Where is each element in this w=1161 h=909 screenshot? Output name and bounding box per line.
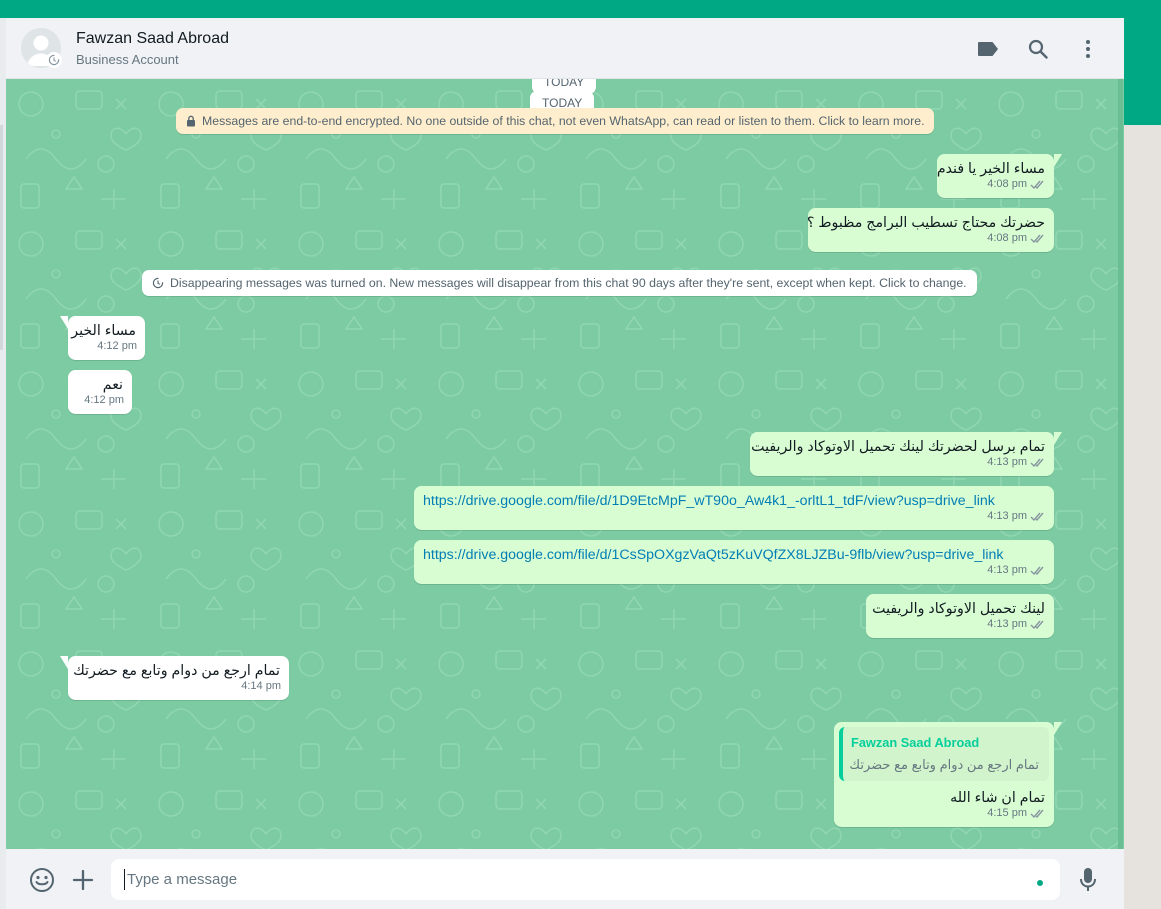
bubble-tail	[1054, 722, 1062, 735]
message-time: 4:12 pm	[84, 394, 124, 406]
message-bubble-outgoing[interactable]: لينك تحميل الاوتوكاد والريفيت 4:13 pm	[866, 594, 1054, 638]
message-bubble-outgoing-reply[interactable]: Fawzan Saad Abroad تمام ارجع من دوام وتا…	[834, 722, 1062, 827]
message-time: 4:12 pm	[97, 340, 137, 352]
message-time: 4:08 pm	[987, 178, 1027, 190]
quoted-text: تمام ارجع من دوام وتابع مع حضرتك	[849, 757, 1039, 772]
message-time: 4:08 pm	[987, 232, 1027, 244]
microphone-icon[interactable]	[1074, 866, 1102, 894]
disappearing-messages-notice[interactable]: Disappearing messages was turned on. New…	[142, 270, 977, 296]
message-bubble-incoming[interactable]: تمام ارجع من دوام وتابع مع حضرتك 4:14 pm	[60, 656, 289, 700]
composer-bar	[6, 849, 1124, 909]
contact-subtitle[interactable]: Business Account	[76, 52, 179, 67]
message-meta: 4:13 pm	[987, 453, 1046, 472]
message-list[interactable]: TODAY TODAY Messages are end-to-end encr…	[6, 79, 1124, 849]
message-bubble-outgoing[interactable]: https://drive.google.com/file/d/1CsSpOXg…	[414, 540, 1054, 584]
double-check-icon	[1030, 458, 1044, 468]
disappearing-timer-badge-icon	[46, 52, 62, 68]
message-time: 4:13 pm	[987, 510, 1027, 522]
plus-icon[interactable]	[69, 866, 97, 894]
message-bubble-outgoing[interactable]: حضرتك محتاج تسطيب البرامج مظبوط ؟ 4:08 p…	[807, 208, 1054, 252]
message-meta: 4:15 pm	[987, 804, 1046, 823]
message-time: 4:15 pm	[987, 807, 1027, 819]
encryption-notice-text: Messages are end-to-end encrypted. No on…	[202, 114, 925, 128]
chat-header: Fawzan Saad Abroad Business Account	[6, 18, 1124, 79]
chat-window: Fawzan Saad Abroad Business Account TODA…	[6, 18, 1124, 909]
menu-icon[interactable]	[1075, 36, 1101, 62]
contact-name[interactable]: Fawzan Saad Abroad	[76, 30, 229, 48]
message-time: 4:13 pm	[987, 618, 1027, 630]
message-meta: 4:13 pm	[987, 507, 1046, 526]
message-link[interactable]: https://drive.google.com/file/d/1D9EtcMp…	[423, 492, 1045, 511]
message-bubble-outgoing[interactable]: مساء الخير يا فندم 4:08 pm	[937, 154, 1062, 198]
side-brand-strip	[1124, 18, 1161, 125]
double-check-icon	[1030, 620, 1044, 630]
message-meta: 4:12 pm	[84, 391, 124, 410]
disappearing-notice-text: Disappearing messages was turned on. New…	[170, 276, 967, 290]
bubble-tail	[1054, 432, 1062, 445]
double-check-icon	[1030, 234, 1044, 244]
double-check-icon	[1030, 512, 1044, 522]
message-meta: 4:13 pm	[987, 615, 1046, 634]
message-meta: 4:08 pm	[987, 229, 1046, 248]
left-panel-scrollbar[interactable]	[0, 125, 3, 350]
side-background	[1124, 125, 1161, 909]
chat-scrollbar[interactable]	[1118, 79, 1123, 849]
emoji-icon[interactable]	[28, 866, 56, 894]
input-status-dot-icon	[1037, 880, 1043, 886]
message-bubble-outgoing[interactable]: https://drive.google.com/file/d/1D9EtcMp…	[414, 486, 1054, 530]
bubble-tail	[1054, 154, 1062, 167]
message-meta: 4:12 pm	[97, 337, 137, 356]
message-bubble-outgoing[interactable]: تمام برسل لحضرتك لينك تحميل الاوتوكاد وا…	[750, 432, 1062, 476]
double-check-icon	[1030, 809, 1044, 819]
message-time: 4:13 pm	[987, 456, 1027, 468]
bubble-tail	[60, 316, 68, 329]
message-link[interactable]: https://drive.google.com/file/d/1CsSpOXg…	[423, 546, 1045, 565]
message-meta: 4:14 pm	[241, 677, 281, 696]
bubble-tail	[60, 656, 68, 669]
encryption-notice[interactable]: Messages are end-to-end encrypted. No on…	[176, 108, 935, 134]
message-bubble-incoming[interactable]: نعم 4:12 pm	[68, 370, 132, 414]
timer-icon	[152, 277, 164, 289]
message-meta: 4:13 pm	[987, 561, 1046, 580]
quoted-sender-name: Fawzan Saad Abroad	[851, 735, 980, 750]
message-time: 4:14 pm	[241, 680, 281, 692]
top-brand-bar	[0, 0, 1161, 18]
double-check-icon	[1030, 566, 1044, 576]
text-caret	[124, 869, 125, 890]
message-bubble-incoming[interactable]: مساء الخير 4:12 pm	[60, 316, 145, 360]
quoted-message[interactable]: Fawzan Saad Abroad تمام ارجع من دوام وتا…	[839, 727, 1049, 781]
message-time: 4:13 pm	[987, 564, 1027, 576]
lock-icon	[187, 115, 195, 127]
message-meta: 4:08 pm	[987, 175, 1046, 194]
label-icon[interactable]	[975, 36, 1001, 62]
message-input[interactable]	[111, 859, 1060, 900]
double-check-icon	[1030, 180, 1044, 190]
search-icon[interactable]	[1025, 36, 1051, 62]
